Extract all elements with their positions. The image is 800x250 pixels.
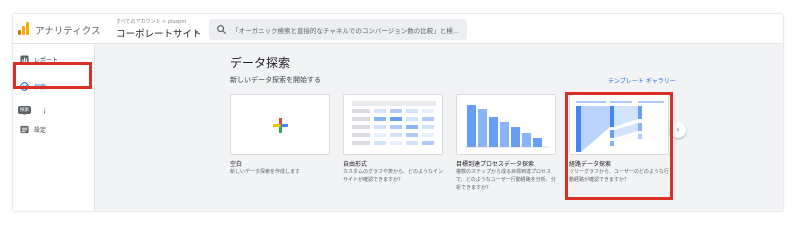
- card-title: 自由形式: [343, 161, 368, 168]
- search-icon: [217, 25, 227, 35]
- explore-tooltip: 探索: [18, 106, 31, 114]
- analytics-logo-icon[interactable]: [18, 22, 30, 35]
- chevron-down-icon[interactable]: ▾: [195, 29, 198, 36]
- funnel-chart-icon: [465, 105, 549, 148]
- card-title: 空白: [230, 161, 243, 168]
- card-description: 新しいデータ探索を作成します: [230, 169, 301, 175]
- page-title: データ探索: [230, 56, 291, 70]
- top-bar: アナリティクス すべてのアカウント > pluspm コーポレートサイト ▾ 「…: [13, 14, 783, 44]
- property-selector[interactable]: コーポレートサイト: [116, 26, 202, 40]
- section-title: 新しいデータ探索を開始する: [230, 76, 321, 84]
- path-card-highlight-box: [565, 92, 673, 200]
- sidebar-item-label: 設定: [34, 127, 47, 134]
- card-description: 複数のステップから成る目標到達プロセスで、どのようなユーザー行動経路を分析、分析…: [456, 169, 556, 191]
- card-title: 目標到達プロセスデータ探索: [456, 161, 535, 168]
- settings-icon: [20, 125, 29, 134]
- card-description: カスタムのグラフや表から、どのようなインサイトが確認できますか？: [343, 169, 444, 183]
- plus-icon: [273, 118, 288, 133]
- card-thumbnail[interactable]: [456, 94, 556, 155]
- search-bar[interactable]: 「オーガニック検索と直接的なチャネルでのコンバージョン数の比較」と検...: [209, 19, 467, 40]
- sidebar-item-settings[interactable]: 設定: [13, 120, 95, 140]
- card-thumbnail[interactable]: [343, 94, 443, 155]
- template-card-blank[interactable]: 空白 新しいデータ探索を作成します: [230, 94, 330, 194]
- explore-highlight-box: [13, 62, 92, 89]
- account-breadcrumb[interactable]: すべてのアカウント > pluspm: [116, 18, 186, 25]
- table-preview-icon: [352, 101, 436, 145]
- search-input[interactable]: 「オーガニック検索と直接的なチャネルでのコンバージョン数の比較」と検...: [232, 25, 462, 35]
- app-title: アナリティクス: [35, 26, 101, 37]
- card-thumbnail[interactable]: [230, 94, 330, 155]
- template-gallery-link[interactable]: テンプレート ギャラリー: [608, 76, 676, 85]
- template-card-funnel[interactable]: 目標到達プロセスデータ探索 複数のステップから成る目標到達プロセスで、どのような…: [456, 94, 556, 194]
- main-content: データ探索 新しいデータ探索を開始する テンプレート ギャラリー 空白 新しいデ…: [95, 44, 783, 211]
- analytics-window: アナリティクス すべてのアカウント > pluspm コーポレートサイト ▾ 「…: [13, 14, 783, 211]
- template-card-free-form[interactable]: 自由形式 カスタムのグラフや表から、どのようなインサイトが確認できますか？: [343, 94, 443, 194]
- label-mask: [30, 105, 44, 114]
